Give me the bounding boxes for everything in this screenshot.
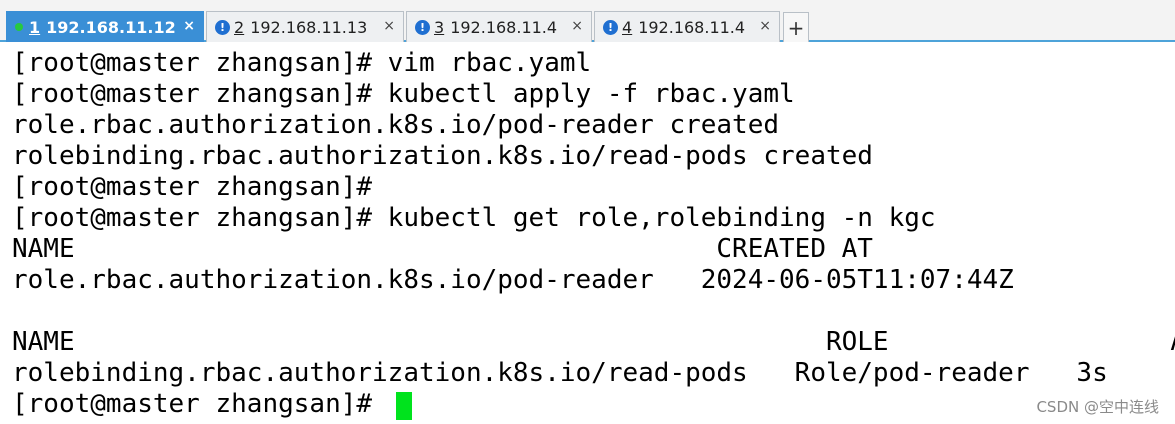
- tab-number: 2: [234, 17, 245, 37]
- tab-label: 192.168.11.12: [46, 17, 176, 37]
- warning-icon: !: [215, 19, 230, 35]
- terminal-line: rolebinding.rbac.authorization.k8s.io/re…: [12, 141, 873, 171]
- new-tab-button[interactable]: +: [783, 12, 809, 42]
- warning-icon: !: [415, 19, 430, 35]
- terminal-line: role.rbac.authorization.k8s.io/pod-reade…: [12, 265, 1014, 295]
- tab-label: 192.168.11.4: [450, 17, 558, 37]
- tab-number: 1: [29, 17, 41, 37]
- tab-label: 192.168.11.13: [250, 17, 368, 37]
- close-icon[interactable]: ×: [183, 18, 195, 34]
- terminal-line: [root@master zhangsan]#: [12, 172, 373, 202]
- terminal-prompt[interactable]: [root@master zhangsan]#: [12, 389, 388, 420]
- tab-session-3[interactable]: ! 3 192.168.11.4 ×: [406, 11, 592, 42]
- close-icon[interactable]: ×: [759, 18, 771, 34]
- terminal-line: role.rbac.authorization.k8s.io/pod-reade…: [12, 110, 780, 140]
- terminal-line: NAME ROLE AGE: [12, 327, 1175, 357]
- terminal-line: [root@master zhangsan]# kubectl get role…: [12, 203, 936, 233]
- warning-icon: !: [603, 19, 618, 35]
- terminal-line: [root@master zhangsan]# vim rbac.yaml: [12, 48, 592, 78]
- close-icon[interactable]: ×: [571, 18, 583, 34]
- terminal-line: [root@master zhangsan]# kubectl apply -f…: [12, 79, 795, 109]
- watermark: CSDN @空中连线: [1036, 398, 1159, 416]
- tab-number: 3: [434, 17, 445, 37]
- tab-session-1[interactable]: 1 192.168.11.12 ×: [6, 11, 204, 42]
- tab-number: 4: [622, 17, 633, 37]
- terminal-line: rolebinding.rbac.authorization.k8s.io/re…: [12, 358, 1108, 388]
- close-icon[interactable]: ×: [383, 18, 395, 34]
- tab-session-4[interactable]: ! 4 192.168.11.4 ×: [594, 11, 780, 42]
- tab-bar: 1 192.168.11.12 × ! 2 192.168.11.13 × ! …: [0, 0, 1175, 42]
- terminal-line: NAME CREATED AT: [12, 234, 873, 264]
- tab-label: 192.168.11.4: [638, 17, 746, 37]
- terminal-cursor: [396, 392, 412, 420]
- tab-session-2[interactable]: ! 2 192.168.11.13 ×: [206, 11, 404, 42]
- connected-status-icon: [15, 23, 23, 31]
